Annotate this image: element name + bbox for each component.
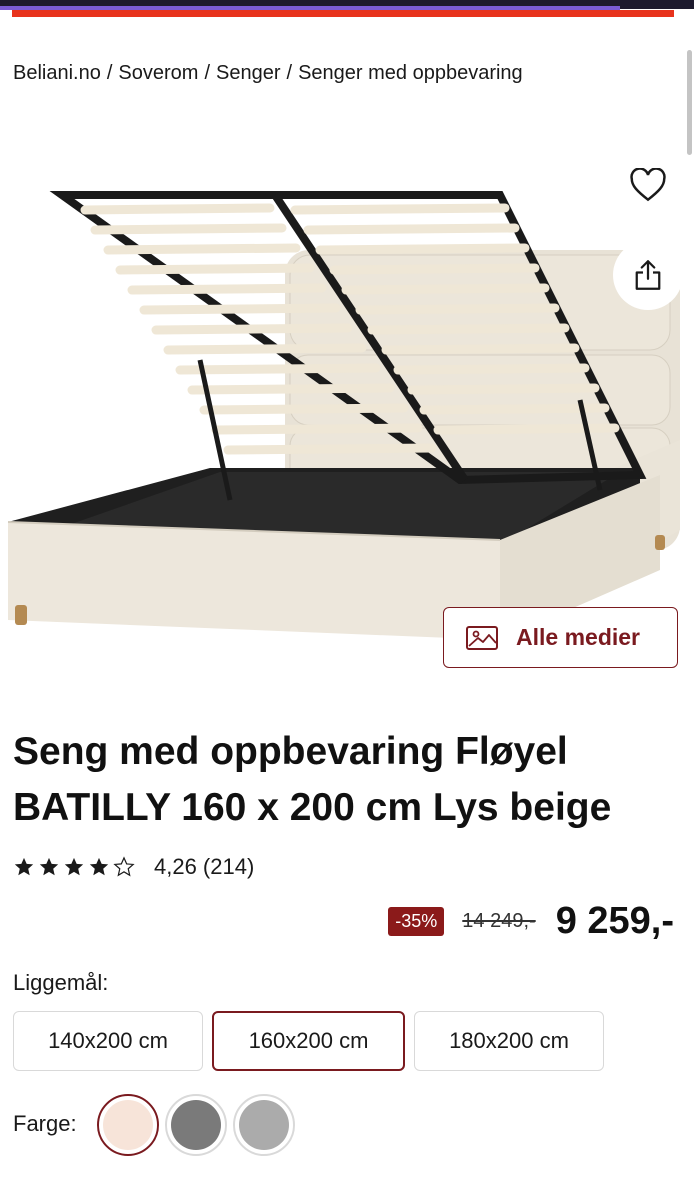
all-media-button[interactable]: Alle medier	[443, 607, 678, 668]
rating-score: 4,26 (214)	[154, 854, 255, 879]
breadcrumb-senger[interactable]: Senger	[216, 62, 281, 84]
all-media-label: Alle medier	[516, 624, 640, 650]
breadcrumb: Beliani.no / Soverom / Senger / Senger med opp…	[13, 62, 523, 84]
heart-icon	[630, 168, 666, 202]
size-option-160x200[interactable]: 160x200 cm	[212, 1011, 405, 1071]
color-swatch-light-beige[interactable]	[97, 1094, 159, 1156]
favorite-button[interactable]	[613, 150, 683, 220]
color-swatch-fill	[103, 1100, 153, 1150]
old-price: 14 249,-	[462, 910, 536, 932]
scrollbar[interactable]	[687, 50, 692, 155]
top-progress-bar	[0, 0, 694, 18]
size-option-180x200[interactable]: 180x200 cm	[414, 1011, 604, 1071]
image-icon	[466, 625, 498, 650]
star-full-icon	[14, 857, 34, 876]
star-empty-icon	[113, 856, 135, 877]
breadcrumb-current[interactable]: Senger med oppbevaring	[298, 62, 523, 84]
star-full-icon	[39, 857, 59, 876]
price-row: -35% 14 249,- 9 259,-	[388, 900, 674, 943]
size-options: 140x200 cm 160x200 cm 180x200 cm	[13, 1011, 613, 1071]
size-label: Liggemål:	[13, 970, 109, 995]
color-swatches	[97, 1094, 301, 1156]
star-full-icon	[89, 857, 109, 876]
rating-stars	[13, 856, 138, 878]
share-button[interactable]	[613, 240, 683, 310]
color-label: Farge:	[13, 1111, 77, 1136]
current-price: 9 259,-	[555, 900, 674, 942]
share-icon	[635, 260, 661, 290]
discount-badge: -35%	[388, 907, 445, 936]
color-swatch-dark-grey[interactable]	[165, 1094, 227, 1156]
rating[interactable]: 4,26 (214)	[13, 854, 254, 880]
breadcrumb-soverom[interactable]: Soverom	[118, 62, 198, 84]
product-title: Seng med oppbevaring Fløyel BATILLY 160 …	[13, 730, 612, 829]
size-option-140x200[interactable]: 140x200 cm	[13, 1011, 203, 1071]
color-swatch-fill	[171, 1100, 221, 1150]
product-image[interactable]	[0, 150, 694, 680]
breadcrumb-home[interactable]: Beliani.no	[13, 62, 101, 84]
star-full-icon	[64, 857, 84, 876]
color-swatch-fill	[239, 1100, 289, 1150]
color-swatch-light-grey[interactable]	[233, 1094, 295, 1156]
